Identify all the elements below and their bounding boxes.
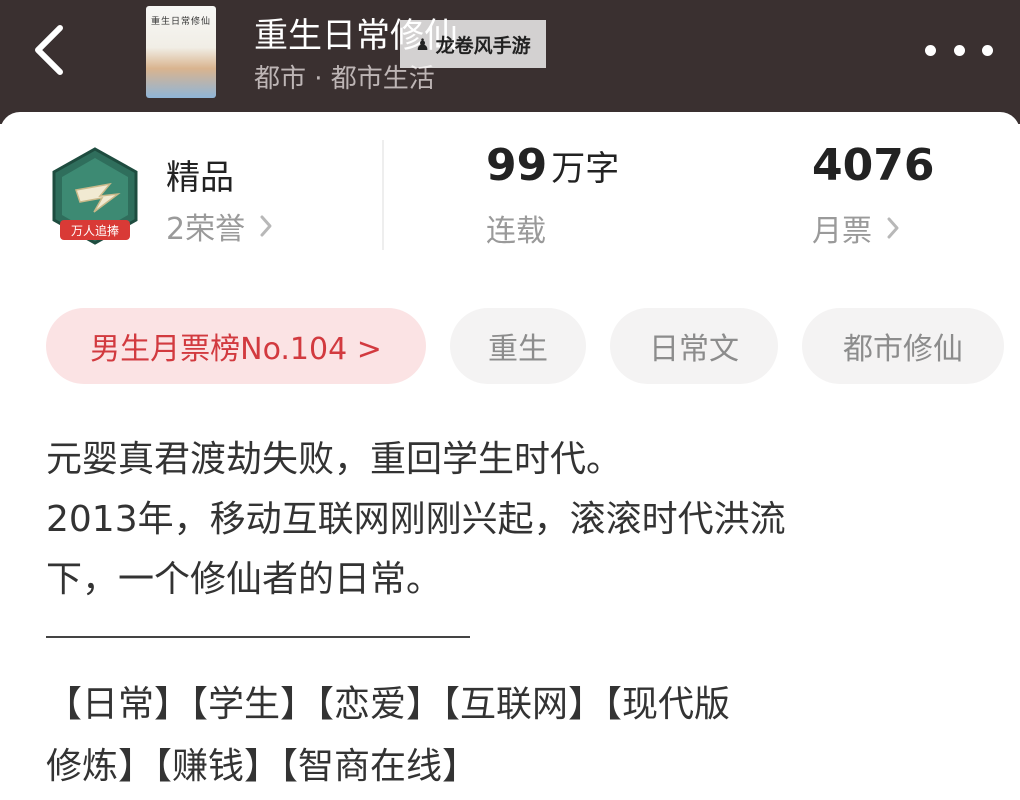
honors-link[interactable]: 2荣誉 xyxy=(166,204,273,248)
back-arrow-icon xyxy=(35,25,63,75)
app-header: 重生日常修仙 重生日常修仙 都市 · 都市生活 ♟ 龙卷风手游 xyxy=(0,0,1020,124)
description-line: 元婴真君渡劫失败，重回学生时代。 xyxy=(46,439,623,480)
monthly-ticket-link[interactable]: 月票 xyxy=(812,206,900,250)
watermark: ♟ 龙卷风手游 xyxy=(400,20,546,68)
word-count: 99 万字 xyxy=(486,140,619,191)
tag-rebirth[interactable]: 重生 xyxy=(450,308,586,384)
description-line: 下，一个修仙者的日常。 xyxy=(46,559,443,600)
keyword-line: 【日常】【学生】【恋爱】【互联网】【现代版 xyxy=(46,684,731,725)
honors-text: 2荣誉 xyxy=(166,212,246,247)
monthly-ticket-count: 4076 xyxy=(812,140,935,191)
serial-status: 连载 xyxy=(486,214,546,249)
watermark-text: 龙卷风手游 xyxy=(435,34,531,57)
book-cover[interactable]: 重生日常修仙 xyxy=(146,6,216,98)
description-separator xyxy=(46,636,470,638)
cover-title: 重生日常修仙 xyxy=(150,17,211,27)
more-dots-icon xyxy=(925,44,936,56)
tag-urban-cultivation[interactable]: 都市修仙 xyxy=(802,308,1004,384)
quality-label: 精品 xyxy=(166,158,234,198)
description-line: 2013年，移动互联网刚刚兴起，滚滚时代洪流 xyxy=(46,499,786,540)
more-dot xyxy=(953,44,965,56)
more-button[interactable] xyxy=(925,38,993,62)
back-button[interactable] xyxy=(28,22,78,78)
rank-tag[interactable]: 男生月票榜No.104 > xyxy=(46,308,426,384)
tag-daily[interactable]: 日常文 xyxy=(610,308,778,384)
word-count-unit: 万字 xyxy=(551,149,620,189)
monthly-ticket-label: 月票 xyxy=(812,214,872,249)
chevron-right-icon xyxy=(887,217,899,239)
quality-badge-icon: 万人追捧 xyxy=(52,147,138,245)
word-count-number: 99 xyxy=(486,140,548,191)
watermark-icon: ♟ xyxy=(415,34,430,54)
keyword-line: 修炼】【赚钱】【智商在线】 xyxy=(46,746,479,787)
svg-text:万人追捧: 万人追捧 xyxy=(71,223,119,238)
more-dot xyxy=(982,44,993,56)
stats-divider xyxy=(382,140,384,250)
chevron-right-icon xyxy=(260,215,272,237)
keyword-list: 【日常】【学生】【恋爱】【互联网】【现代版 修炼】【赚钱】【智商在线】 xyxy=(46,674,976,798)
book-description: 元婴真君渡劫失败，重回学生时代。 2013年，移动互联网刚刚兴起，滚滚时代洪流 … xyxy=(46,430,946,610)
